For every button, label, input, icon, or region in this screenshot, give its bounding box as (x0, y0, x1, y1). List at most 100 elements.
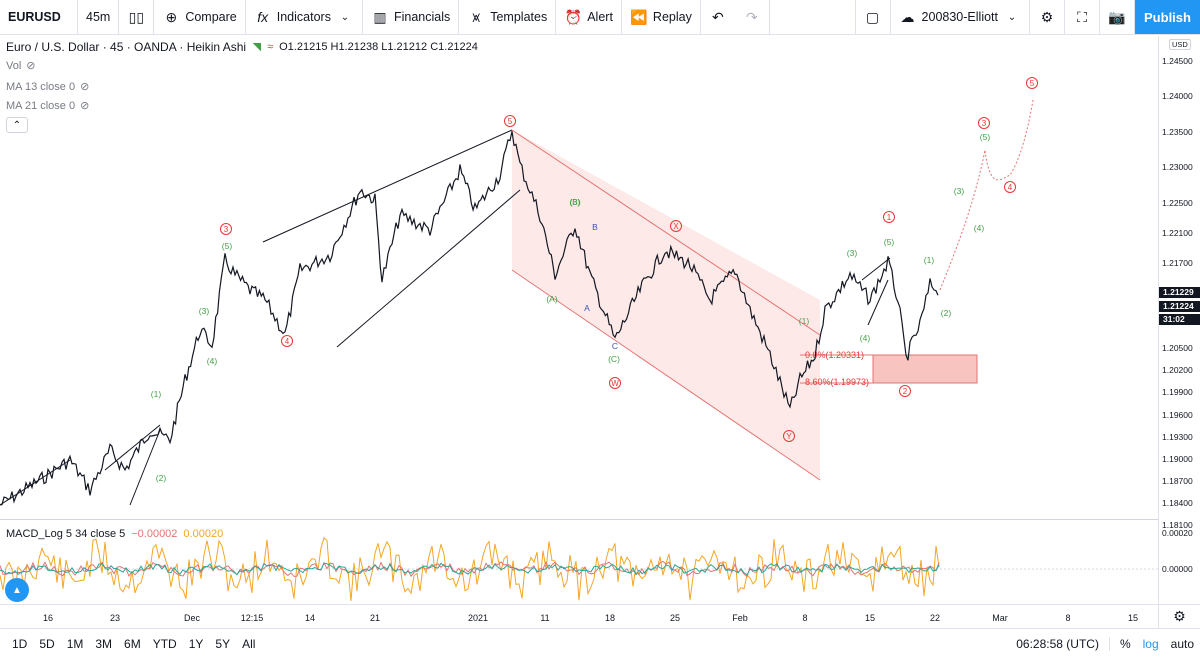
clock[interactable]: 06:28:58 (UTC) (1010, 637, 1110, 651)
wave-label[interactable]: 4 (1008, 183, 1013, 192)
compare-button[interactable]: ⊕ Compare (154, 0, 246, 35)
time-label: 15 (1127, 613, 1139, 623)
wave-label[interactable]: (1) (799, 316, 810, 326)
price-label: 1.24500 (1162, 56, 1193, 66)
alert-button[interactable]: ⏰ Alert (556, 0, 622, 35)
percent-toggle[interactable]: % (1110, 637, 1137, 651)
indicator-ma13[interactable]: MA 13 close 0 ⊘ (6, 80, 89, 94)
fullscreen-layout-button[interactable]: ▢ (854, 0, 891, 35)
wave-label[interactable]: 3 (982, 119, 987, 128)
trend-line-5 (867, 279, 889, 326)
symbol-search[interactable]: EURUSD (0, 0, 78, 35)
currency-badge[interactable]: USD (1169, 39, 1191, 50)
wave-label[interactable]: (4) (974, 223, 985, 233)
log-toggle[interactable]: log (1137, 637, 1165, 651)
wave-label[interactable]: (5) (884, 237, 895, 247)
bottom-toolbar: 1D 5D 1M 3M 6M YTD 1Y 5Y All 06:28:58 (UTC) % lo… (0, 628, 1200, 659)
wave-label[interactable]: Y (786, 432, 792, 441)
wave-label[interactable]: (2) (156, 473, 167, 483)
time-label: 25 (669, 613, 681, 623)
price-label: 1.20500 (1162, 343, 1193, 353)
wave-label[interactable]: (2) (941, 308, 952, 318)
wave-label[interactable]: (5) (222, 241, 233, 251)
wave-label[interactable]: C (612, 341, 618, 351)
range-button-1y[interactable]: 1Y (183, 637, 210, 651)
replay-button[interactable]: ⏪ Replay (622, 0, 701, 35)
wave-label[interactable]: (5) (980, 132, 991, 142)
time-label: 8 (1065, 613, 1071, 623)
symbol-title[interactable]: Euro / U.S. Dollar · 45 · OANDA · Heikin… (6, 40, 246, 54)
close-price-tag: 1.21224 (1159, 301, 1200, 312)
wave-label[interactable]: 2 (903, 387, 908, 396)
wave-label[interactable]: B (592, 222, 598, 232)
undo-button[interactable]: ↶ (701, 0, 735, 35)
ma21-label: MA 21 close 0 (6, 99, 76, 112)
wave-label[interactable]: 5 (508, 117, 513, 126)
price-label: 1.21700 (1162, 258, 1193, 268)
wave-label[interactable]: (A) (546, 294, 558, 304)
range-button-1m[interactable]: 1M (61, 637, 90, 651)
snapshot-button[interactable]: 📷 (1100, 0, 1135, 35)
eye-off-icon[interactable]: ⊘ (26, 59, 35, 72)
range-button-5y[interactable]: 5Y (209, 637, 236, 651)
wave-label[interactable]: 3 (224, 225, 229, 234)
interval-button[interactable]: 45m (78, 0, 120, 35)
price-label: 1.19900 (1162, 387, 1193, 397)
range-button-all[interactable]: All (236, 637, 261, 651)
indicator-vol[interactable]: Vol ⊘ (6, 59, 36, 73)
macd-legend: MACD_Log 5 34 close 5 −0.00002 0.00020 (6, 528, 223, 540)
settings-button[interactable]: ⚙ (1030, 0, 1065, 35)
wave-label[interactable]: (3) (847, 248, 858, 258)
publish-button[interactable]: Publish (1135, 0, 1200, 34)
chart-settings-button[interactable]: ⚙ (1158, 604, 1200, 628)
range-button-ytd[interactable]: YTD (147, 637, 183, 651)
collapse-legend-button[interactable]: ⌃ (6, 117, 28, 133)
market-open-icon (252, 42, 262, 52)
indicators-button[interactable]: fx Indicators ⌄ (246, 0, 363, 35)
wave-label[interactable]: (4) (860, 333, 871, 343)
time-axis[interactable]: 16 23 Dec 12:15 14 21 2021 11 18 25 Feb 8 15 22 Mar 8 15 (0, 604, 1158, 628)
auto-toggle[interactable]: auto (1165, 637, 1200, 651)
indicator-ma21[interactable]: MA 21 close 0 ⊘ (6, 99, 89, 113)
layout-menu[interactable]: ☁ 200830-Elliott ⌄ (891, 0, 1030, 35)
eye-off-icon[interactable]: ⊘ (80, 80, 89, 93)
chart-type-button[interactable]: ▯▯ (119, 0, 155, 35)
wave-label[interactable]: 4 (285, 337, 290, 346)
wave-label[interactable]: (C) (608, 354, 620, 364)
tradingview-logo[interactable]: ▲ (5, 578, 29, 602)
wave-label[interactable]: (3) (199, 306, 210, 316)
wave-label[interactable]: W (611, 379, 619, 388)
macd-title[interactable]: MACD_Log 5 34 close 5 (6, 528, 125, 540)
chevron-up-icon: ⌃ (12, 119, 22, 131)
channel-fill (512, 130, 820, 480)
price-label: 1.23500 (1162, 127, 1193, 137)
price-axis[interactable]: USD 1.24500 1.24000 1.23500 1.23000 1.22500 1… (1158, 36, 1200, 604)
wave-label[interactable]: (3) (954, 186, 965, 196)
wave-label[interactable]: X (673, 222, 679, 231)
price-label: 1.18400 (1162, 498, 1193, 508)
fullscreen-button[interactable]: ⛶ (1065, 0, 1100, 35)
wave-label[interactable]: (4) (207, 356, 218, 366)
templates-button[interactable]: ⩙ Templates (459, 0, 557, 35)
wave-label[interactable]: (1) (151, 389, 162, 399)
range-button-6m[interactable]: 6M (118, 637, 147, 651)
eye-off-icon[interactable]: ⊘ (80, 99, 89, 112)
price-label: 1.22100 (1162, 228, 1193, 238)
wave-label[interactable]: (1) (924, 255, 935, 265)
chevron-down-icon: ⌄ (340, 11, 350, 23)
redo-button[interactable]: ↷ (735, 0, 770, 35)
time-label: 14 (304, 613, 316, 623)
range-button-1d[interactable]: 1D (6, 637, 33, 651)
price-label: 1.18700 (1162, 476, 1193, 486)
fib-label-1: 0.0%(1.20331) (805, 350, 864, 360)
gear-icon: ⚙ (1040, 8, 1054, 25)
wave-label[interactable]: (B) (569, 197, 581, 207)
financials-button[interactable]: ▥ Financials (363, 0, 460, 35)
range-button-3m[interactable]: 3M (89, 637, 118, 651)
wave-label[interactable]: 5 (1030, 79, 1035, 88)
wave-label[interactable]: A (584, 303, 590, 313)
wave-label[interactable]: 1 (887, 213, 892, 222)
time-label: 22 (929, 613, 941, 623)
price-chart[interactable]: 0.0%(1.20331) 8.60%(1.19973) 5 3 4 W X Y 1 2 3 4 5… (0, 36, 1158, 519)
range-button-5d[interactable]: 5D (33, 637, 60, 651)
